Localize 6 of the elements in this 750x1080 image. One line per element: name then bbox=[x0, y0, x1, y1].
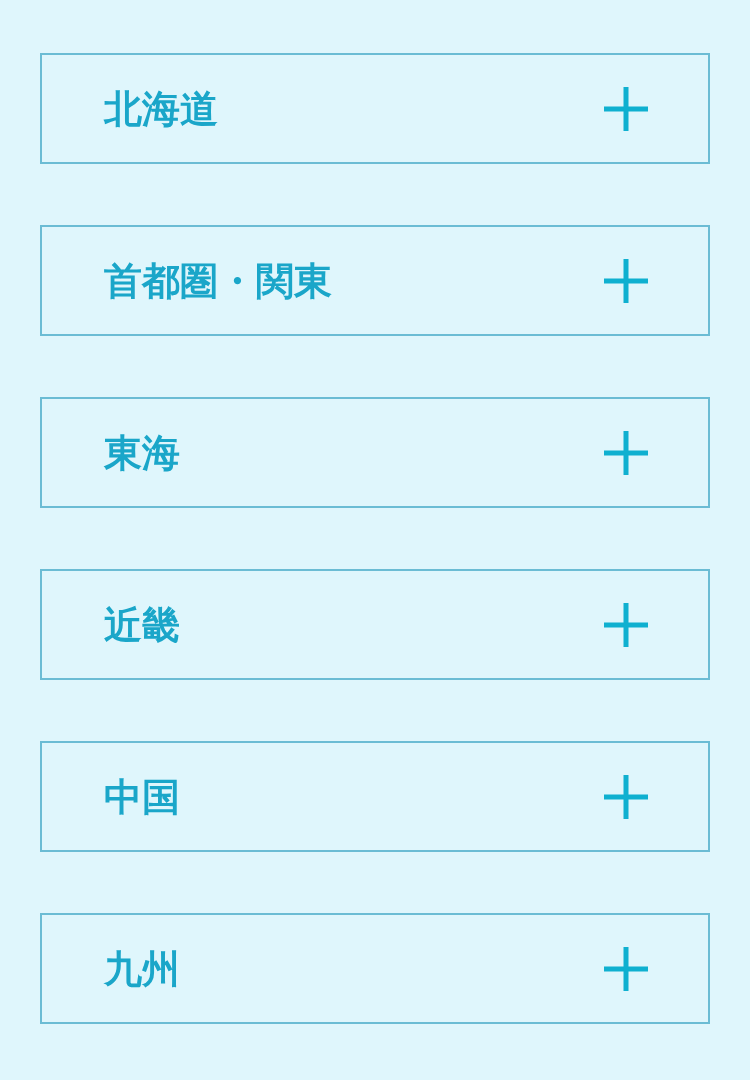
region-toggle[interactable]: 北海道 bbox=[40, 53, 710, 164]
region-toggle[interactable]: 首都圏・関東 bbox=[40, 225, 710, 336]
region-toggle[interactable]: 九州 bbox=[40, 913, 710, 1024]
region-toggle[interactable]: 中国 bbox=[40, 741, 710, 852]
region-toggle[interactable]: 近畿 bbox=[40, 569, 710, 680]
region-toggle[interactable]: 東海 bbox=[40, 397, 710, 508]
